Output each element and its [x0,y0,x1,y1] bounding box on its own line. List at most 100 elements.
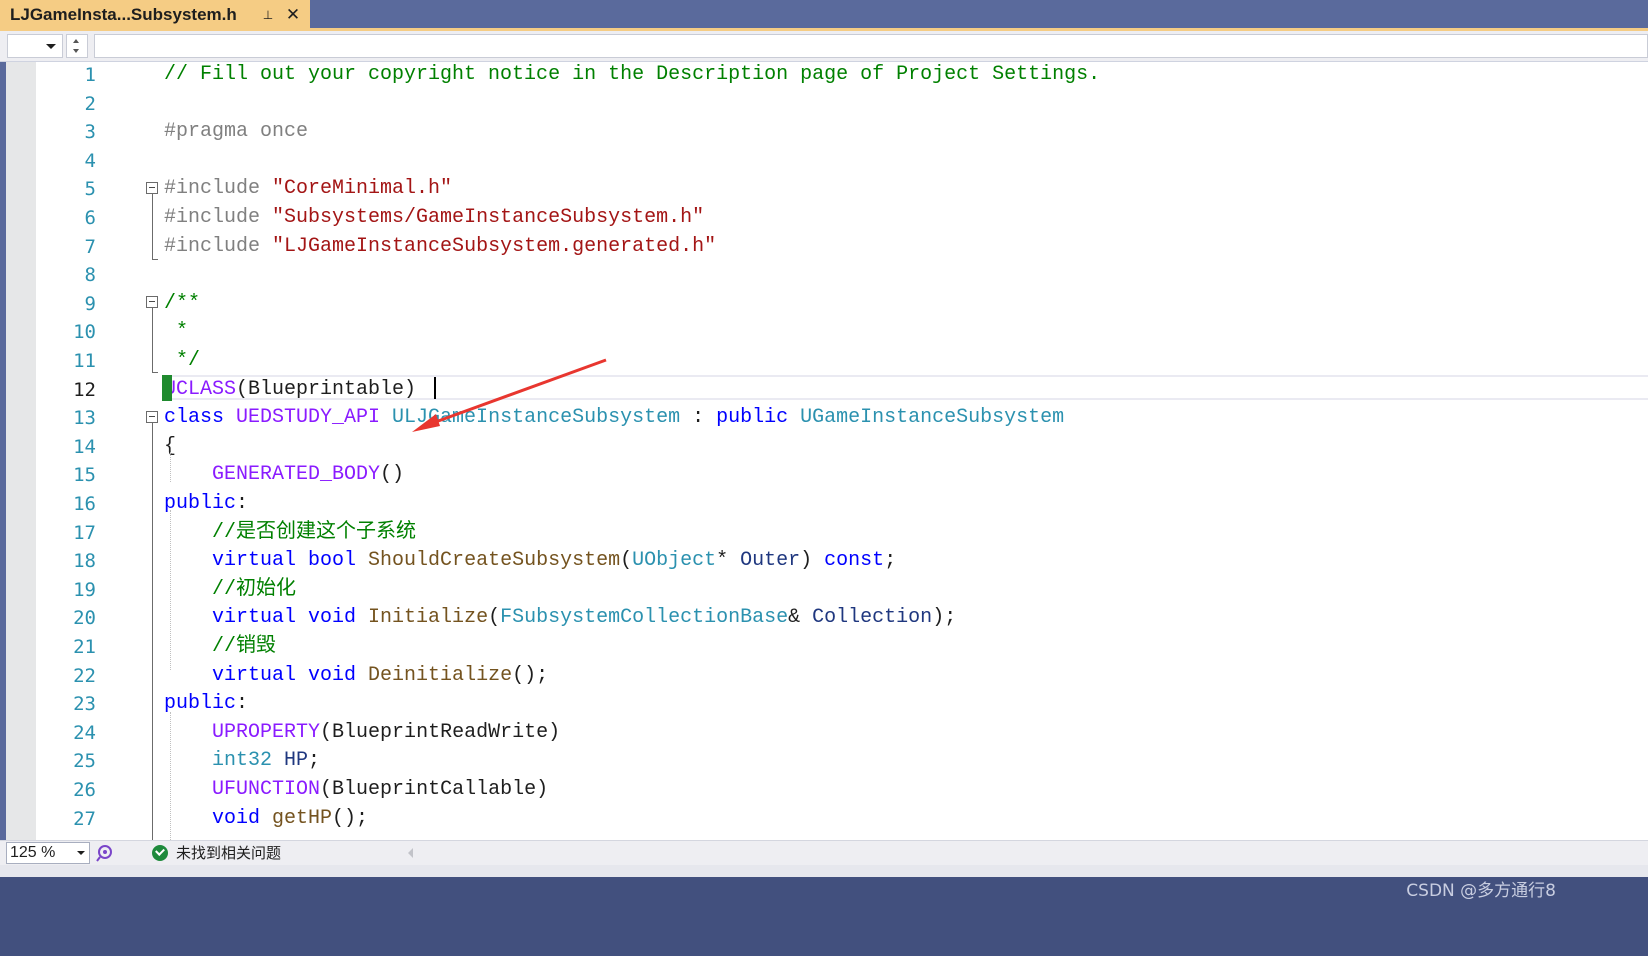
code-token: #include [164,234,273,258]
line-number: 14 [73,435,96,458]
split-spinner[interactable] [66,34,88,58]
zoom-level: 125 % [10,844,56,861]
chevron-down-icon [46,44,56,49]
code-line[interactable]: 18 virtual bool ShouldCreateSubsystem(UO… [36,547,1648,576]
code-line[interactable]: 8 [36,261,1648,290]
collapse-icon[interactable] [146,411,158,423]
code-editor[interactable]: 1 // Fill out your copyright notice in th… [6,62,1648,840]
pin-icon[interactable]: ⊥ [260,7,276,23]
spin-down-icon[interactable] [73,49,79,53]
scroll-left-icon[interactable] [408,848,413,858]
code-line[interactable]: 11 */ [36,347,1648,376]
code-token: Outer [740,549,801,573]
code-line[interactable]: 10 * [36,318,1648,347]
line-number: 23 [73,693,96,716]
line-number: 8 [84,264,96,287]
code-text: #include "LJGameInstanceSubsystem.genera… [164,233,716,262]
close-icon[interactable]: ✕ [284,6,302,24]
scope-dropdown[interactable] [7,34,63,58]
code-line[interactable]: 6 #include "Subsystems/GameInstanceSubsys… [36,204,1648,233]
code-line[interactable]: 3 #pragma once [36,118,1648,147]
code-token: public [716,406,801,430]
code-token: virtual [212,549,309,573]
code-line[interactable]: 17 //是否创建这个子系统 [36,519,1648,548]
visual-studio-window: LJGameInsta...Subsystem.h ⊥ ✕ 1 // Fill o… [0,0,1648,956]
code-line[interactable]: 26 UFUNCTION(BlueprintCallable) [36,776,1648,805]
code-line[interactable]: 19 //初始化 [36,576,1648,605]
line-number: 3 [84,121,96,144]
document-tab[interactable]: LJGameInsta...Subsystem.h ⊥ ✕ [0,0,310,30]
code-line[interactable]: 9 /** [36,290,1648,319]
code-line[interactable]: 15 GENERATED_BODY() [36,461,1648,490]
zoom-dropdown[interactable]: 125 % [6,842,90,864]
line-number: 20 [73,607,96,630]
change-tracking-marker [162,375,172,401]
collapse-icon[interactable] [146,296,158,308]
code-token: ShouldCreateSubsystem [368,549,621,573]
code-token: const [824,549,885,573]
code-token: UEDSTUDY_API [236,406,393,430]
code-token: virtual [212,606,309,630]
current-line-highlight [162,375,1648,400]
code-token: #pragma once [164,120,309,144]
collapse-icon[interactable] [146,182,158,194]
indent-guide [170,452,171,482]
code-token: UPROPERTY [212,720,321,744]
code-token: public [164,692,237,716]
code-token: virtual [212,663,309,687]
code-line[interactable]: 2 [36,90,1648,119]
code-token: "CoreMinimal.h" [272,177,453,201]
code-line[interactable]: 24 UPROPERTY(BlueprintReadWrite) [36,719,1648,748]
line-number: 12 [73,378,96,401]
code-line[interactable]: 27 void getHP(); [36,805,1648,834]
code-token: ; [308,749,321,773]
code-token: (BlueprintReadWrite) [320,720,561,744]
line-number: 19 [73,578,96,601]
code-token: UFUNCTION [212,778,321,801]
code-text: public: [164,690,248,719]
code-line[interactable]: 20 virtual void Initialize(FSubsystemCol… [36,604,1648,633]
code-line[interactable]: 1 // Fill out your copyright notice in th… [36,62,1648,90]
code-text: UPROPERTY(BlueprintReadWrite) [164,719,560,748]
code-line[interactable]: 4 [36,147,1648,176]
line-number: 26 [73,779,96,801]
code-line[interactable]: 14{ [36,433,1648,462]
code-line[interactable]: 25 int32 HP; [36,747,1648,776]
line-number: 27 [73,807,96,830]
outline-end [152,259,158,260]
line-number: 7 [84,235,96,258]
spin-up-icon[interactable] [73,39,79,43]
code-line[interactable]: 16 public: [36,490,1648,519]
line-number: 15 [73,464,96,487]
code-token: : [236,692,249,716]
code-text: void getHP(); [164,805,368,834]
code-text: int32 HP; [164,747,320,776]
code-line[interactable]: 22 virtual void Deinitialize(); [36,662,1648,691]
member-dropdown[interactable] [94,34,1648,58]
code-token: "Subsystems/GameInstanceSubsystem.h" [272,206,705,229]
code-text: public: [164,490,248,519]
code-token: //销毁 [212,635,277,658]
code-text: #include "CoreMinimal.h" [164,175,452,204]
code-token: () [380,463,405,487]
code-line[interactable]: 21 //销毁 [36,633,1648,662]
arrow-shaft [429,358,607,426]
line-number: 11 [73,350,96,372]
code-line[interactable]: 13 class UEDSTUDY_API ULJGameInstanceSubs… [36,404,1648,433]
chevron-down-icon [77,851,85,855]
code-token: "LJGameInstanceSubsystem.generated.h" [272,234,717,258]
issues-status[interactable]: 未找到相关问题 [176,843,281,863]
selection-margin[interactable] [6,62,36,840]
check-circle-icon [152,845,168,861]
code-line[interactable]: 5 #include "CoreMinimal.h" [36,175,1648,204]
line-number: 16 [73,493,96,515]
code-line[interactable]: 23 public: [36,690,1648,719]
code-area[interactable]: 1 // Fill out your copyright notice in th… [36,62,1648,840]
code-line[interactable]: 7 #include "LJGameInstanceSubsystem.gener… [36,233,1648,262]
outline-end [152,372,158,373]
code-health-icon[interactable] [96,844,114,862]
code-token: * [164,320,189,344]
